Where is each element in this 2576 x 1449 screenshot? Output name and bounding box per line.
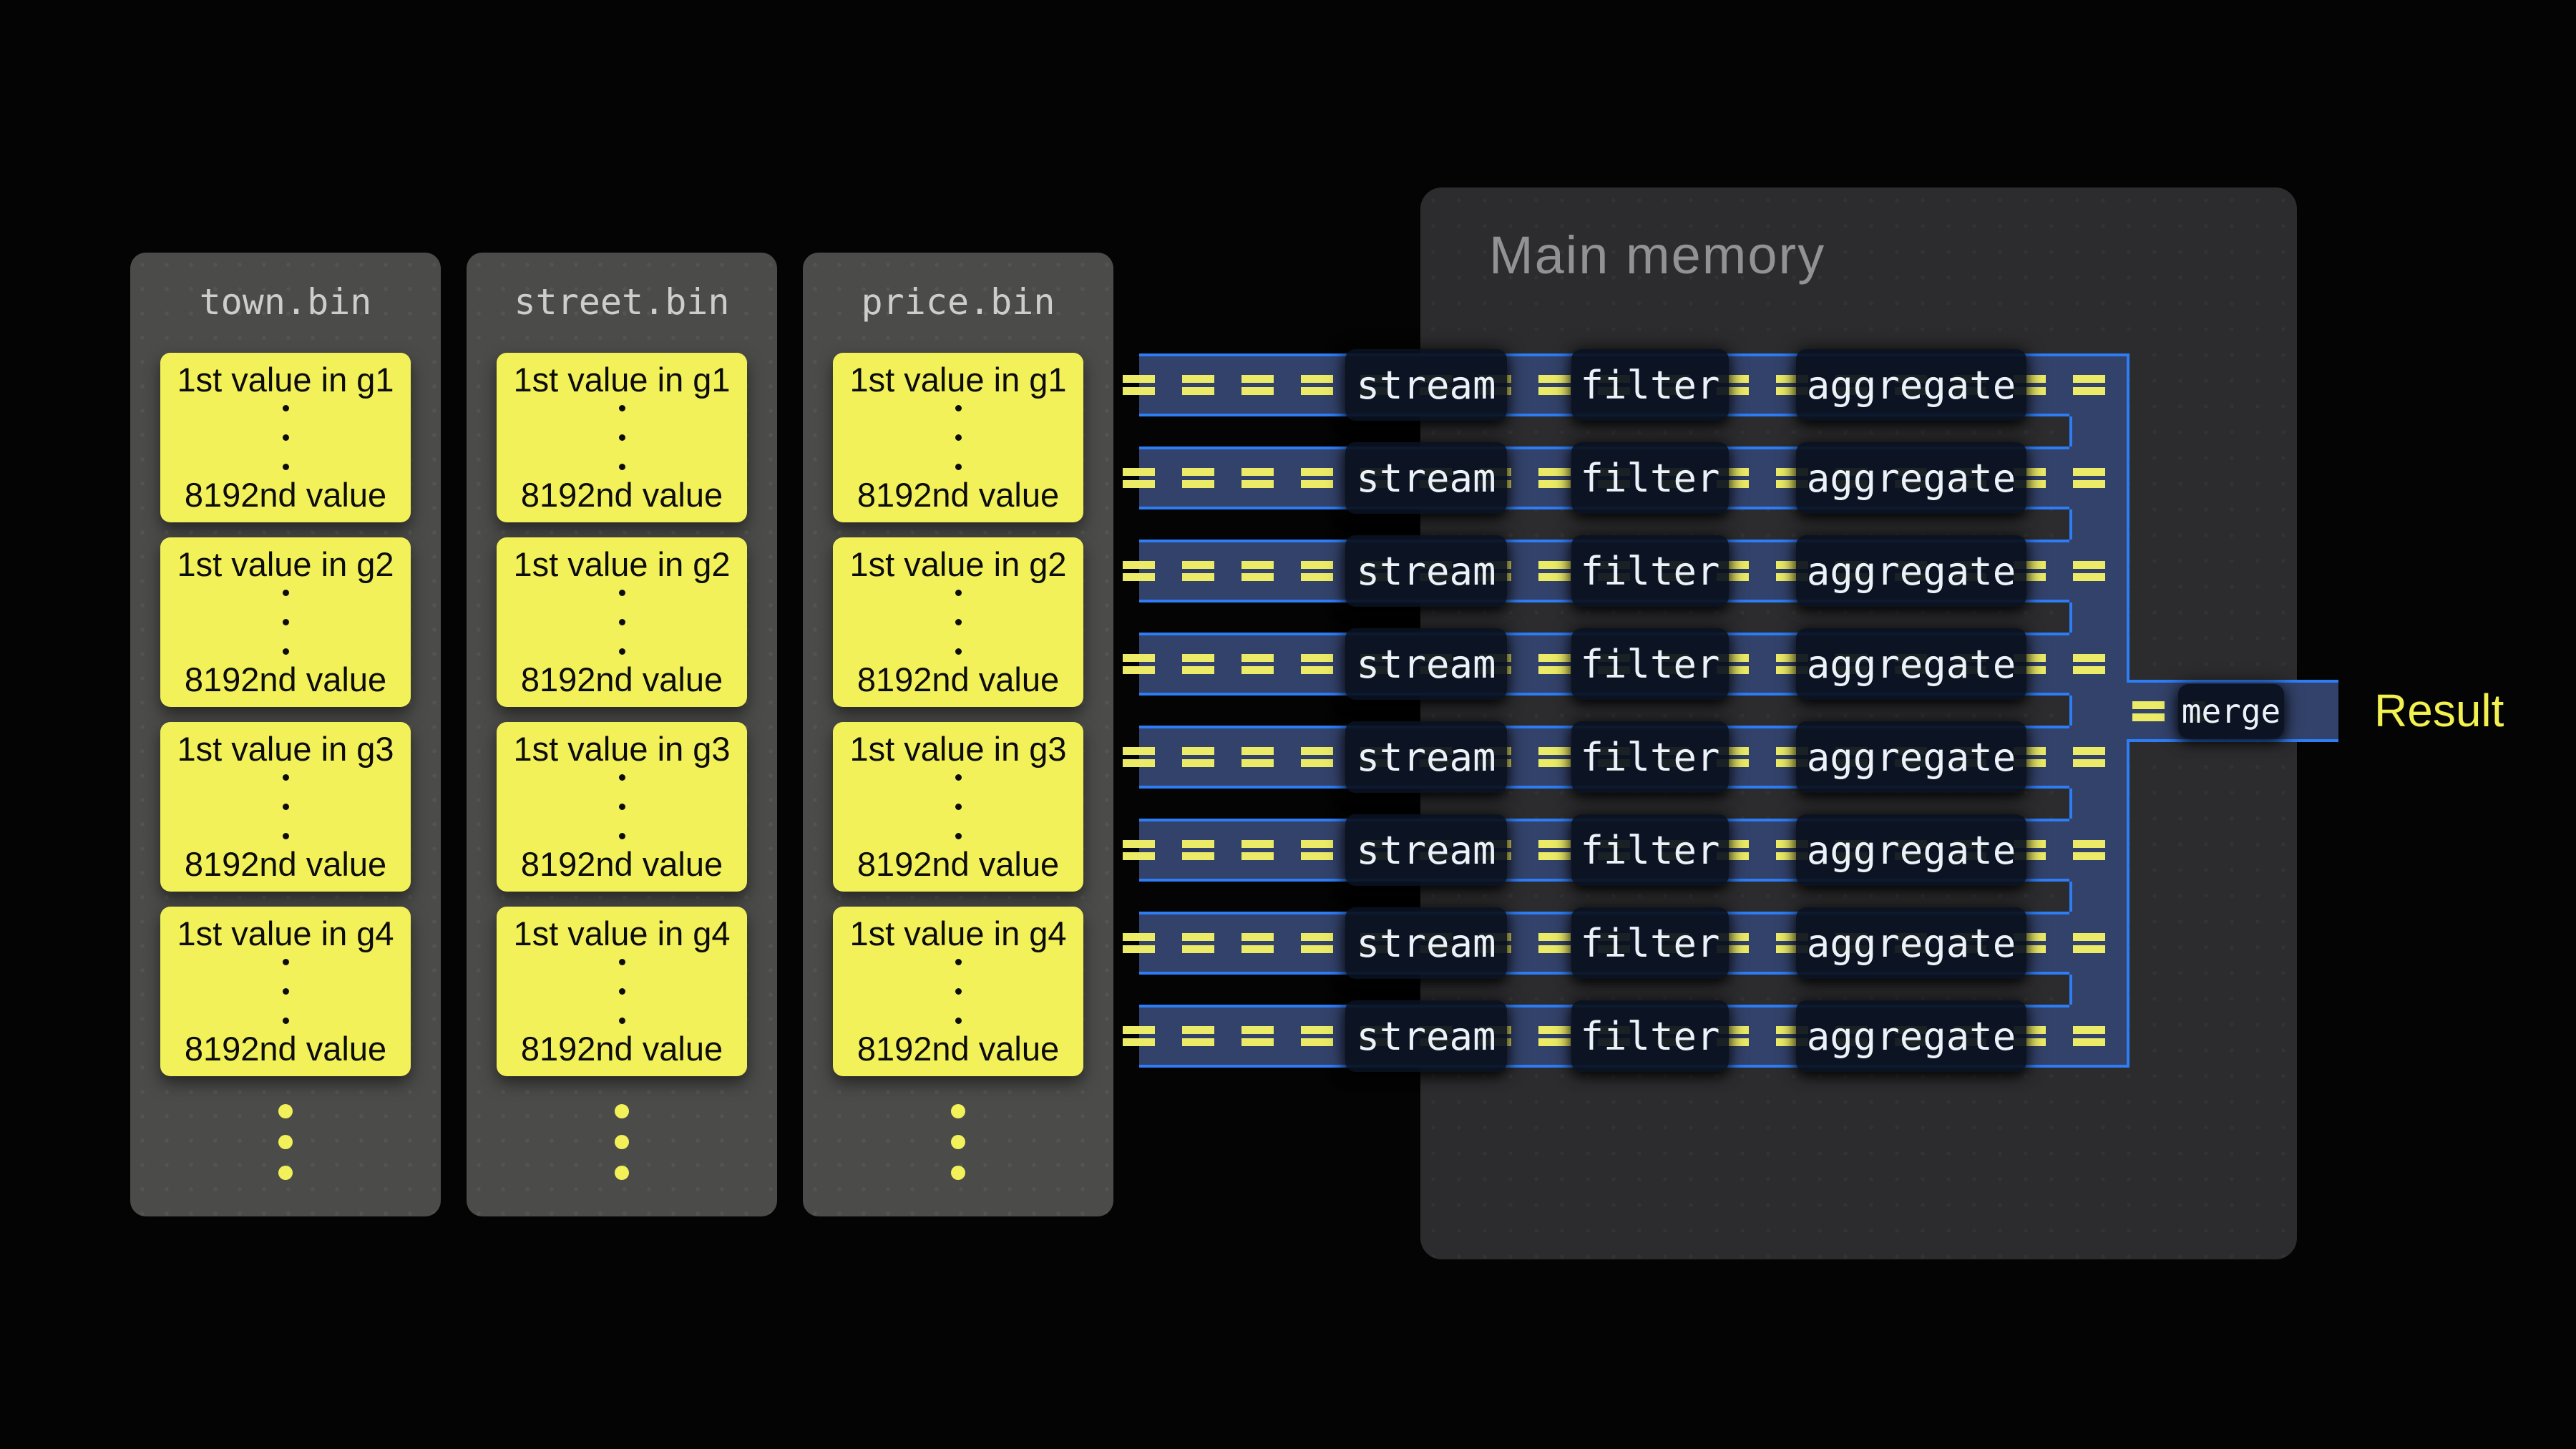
stage-box-stream: stream bbox=[1345, 628, 1507, 700]
stage-box-stream: stream bbox=[1345, 442, 1507, 514]
stage-box-aggregate: aggregate bbox=[1796, 349, 2026, 421]
stage-box-aggregate: aggregate bbox=[1796, 814, 2026, 886]
stage-box-stream: stream bbox=[1345, 1000, 1507, 1072]
pipeline-comb: merge streamfilteraggregatestreamfiltera… bbox=[0, 0, 2576, 1449]
stage-box-filter: filter bbox=[1571, 1000, 1729, 1072]
stage-box-filter: filter bbox=[1571, 442, 1729, 514]
pipeline-spine bbox=[2069, 356, 2129, 1065]
stage-box-aggregate: aggregate bbox=[1796, 442, 2026, 514]
stage-box-filter: filter bbox=[1571, 535, 1729, 607]
stage-box-stream: stream bbox=[1345, 535, 1507, 607]
stage-box-filter: filter bbox=[1571, 349, 1729, 421]
stage-box-filter: filter bbox=[1571, 721, 1729, 793]
result-label: Result bbox=[2374, 684, 2504, 737]
stage-box-aggregate: aggregate bbox=[1796, 1000, 2026, 1072]
stage-box-aggregate: aggregate bbox=[1796, 907, 2026, 979]
stage-box-stream: stream bbox=[1345, 349, 1507, 421]
stage-box-stream: stream bbox=[1345, 907, 1507, 979]
diagram-stage: town.bin 1st value in g18192nd value1st … bbox=[0, 0, 2576, 1449]
stage-box-filter: filter bbox=[1571, 628, 1729, 700]
stage-box-aggregate: aggregate bbox=[1796, 721, 2026, 793]
merge-operator-box: merge bbox=[2178, 684, 2284, 738]
stage-box-filter: filter bbox=[1571, 814, 1729, 886]
stage-box-aggregate: aggregate bbox=[1796, 535, 2026, 607]
stage-box-aggregate: aggregate bbox=[1796, 628, 2026, 700]
stage-box-stream: stream bbox=[1345, 814, 1507, 886]
stage-box-filter: filter bbox=[1571, 907, 1729, 979]
stage-box-stream: stream bbox=[1345, 721, 1507, 793]
